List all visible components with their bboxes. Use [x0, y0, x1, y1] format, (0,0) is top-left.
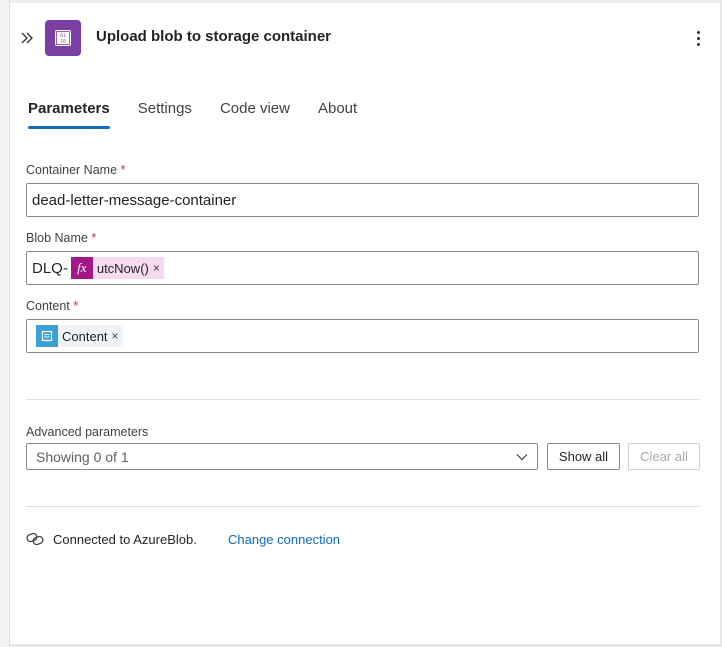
change-connection-link[interactable]: Change connection — [228, 532, 340, 547]
section-divider — [26, 506, 699, 507]
connection-status: Connected to AzureBlob. — [53, 532, 197, 547]
dropdown-value: Showing 0 of 1 — [36, 448, 129, 465]
link-icon — [26, 532, 44, 546]
svg-text:01: 01 — [60, 33, 66, 39]
remove-token-button[interactable]: × — [112, 329, 123, 343]
chevron-down-icon — [516, 454, 528, 461]
tab-settings[interactable]: Settings — [138, 100, 192, 129]
azure-blob-icon: 01 10 — [45, 20, 81, 56]
clear-all-button[interactable]: Clear all — [628, 443, 700, 470]
tab-bar: Parameters Settings Code view About — [28, 100, 385, 129]
tab-parameters[interactable]: Parameters — [28, 100, 110, 129]
show-all-button[interactable]: Show all — [547, 443, 620, 470]
content-field[interactable]: Content × — [26, 319, 699, 353]
required-marker: * — [120, 163, 126, 177]
container-name-label: Container Name * — [26, 163, 126, 177]
section-divider — [26, 399, 699, 400]
expression-token[interactable]: fx utcNow() × — [70, 257, 164, 279]
blob-name-field[interactable]: DLQ- fx utcNow() × — [26, 251, 699, 285]
content-token-label: Content — [62, 328, 108, 344]
blob-name-label: Blob Name * — [26, 231, 97, 245]
required-marker: * — [73, 299, 79, 313]
tab-code-view[interactable]: Code view — [220, 100, 290, 129]
more-vertical-icon — [696, 30, 700, 34]
required-marker: * — [91, 231, 97, 245]
top-edge — [10, 0, 722, 3]
collapse-panel-button[interactable] — [16, 27, 38, 49]
container-name-value: dead-letter-message-container — [32, 191, 237, 209]
tab-about[interactable]: About — [318, 100, 357, 129]
page-title: Upload blob to storage container — [96, 28, 332, 45]
remove-token-button[interactable]: × — [153, 261, 164, 275]
blob-name-prefix: DLQ- — [32, 259, 68, 277]
double-chevron-right-icon — [21, 32, 33, 44]
advanced-parameters-dropdown[interactable]: Showing 0 of 1 — [26, 443, 538, 470]
function-icon: fx — [70, 257, 93, 279]
content-label: Content * — [26, 299, 79, 313]
expression-token-label: utcNow() — [96, 260, 149, 276]
more-options-button[interactable] — [690, 26, 706, 50]
left-panel-edge — [0, 0, 10, 647]
container-name-field[interactable]: dead-letter-message-container — [26, 183, 699, 217]
document-icon — [36, 325, 58, 347]
svg-text:10: 10 — [60, 39, 66, 45]
content-token[interactable]: Content × — [36, 325, 123, 347]
advanced-parameters-label: Advanced parameters — [26, 425, 149, 439]
